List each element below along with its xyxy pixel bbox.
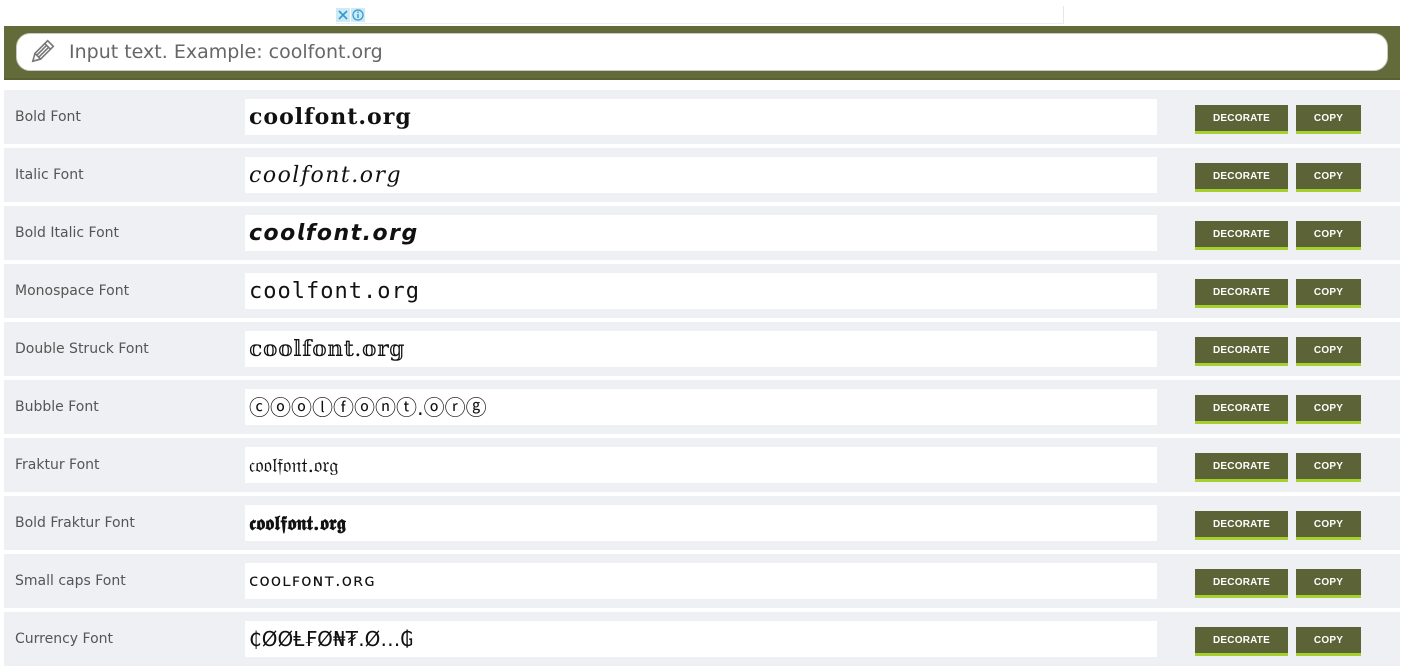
decorate-button[interactable]: DECORATE (1195, 395, 1288, 424)
font-label: Double Struck Font (15, 341, 149, 357)
decorate-button[interactable]: DECORATE (1195, 627, 1288, 656)
font-label: Bubble Font (15, 399, 99, 415)
font-row-bubble: Bubble Font ⓒⓞⓞⓛⓕⓞⓝⓣ.ⓞⓡⓖ DECORATE COPY (4, 380, 1400, 434)
decorate-button[interactable]: DECORATE (1195, 163, 1288, 192)
font-label: Small caps Font (15, 573, 126, 589)
copy-button[interactable]: COPY (1296, 569, 1361, 598)
font-row-italic: Italic Font 𝑐𝑜𝑜𝑙𝑓𝑜𝑛𝑡.𝑜𝑟𝑔 DECORATE COPY (4, 148, 1400, 202)
font-label: Fraktur Font (15, 457, 100, 473)
font-label: Monospace Font (15, 283, 130, 299)
font-label: Currency Font (15, 631, 114, 647)
font-label: Bold Font (15, 109, 81, 125)
font-output[interactable]: 𝚌𝚘𝚘𝚕𝚏𝚘𝚗𝚝.𝚘𝚛𝚐 (245, 273, 1157, 309)
copy-button[interactable]: COPY (1296, 163, 1361, 192)
decorate-button[interactable]: DECORATE (1195, 337, 1288, 366)
info-icon[interactable] (351, 8, 365, 22)
font-output[interactable]: 𝐜𝐨𝐨𝐥𝐟𝐨𝐧𝐭.𝐨𝐫𝐠 (245, 99, 1157, 135)
copy-button[interactable]: COPY (1296, 105, 1361, 134)
decorate-button[interactable]: DECORATE (1195, 453, 1288, 482)
font-output[interactable]: 𝙘𝙤𝙤𝙡𝙛𝙤𝙣𝙩.𝙤𝙧𝙜 (245, 215, 1157, 251)
font-row-bold: Bold Font 𝐜𝐨𝐨𝐥𝐟𝐨𝐧𝐭.𝐨𝐫𝐠 DECORATE COPY (4, 90, 1400, 144)
copy-button[interactable]: COPY (1296, 511, 1361, 540)
font-list: Bold Font 𝐜𝐨𝐨𝐥𝐟𝐨𝐧𝐭.𝐨𝐫𝐠 DECORATE COPY Ita… (4, 90, 1400, 670)
font-output[interactable]: ᴄᴏᴏʟꜰᴏɴᴛ.ᴏʀɢ (245, 563, 1157, 599)
decorate-button[interactable]: DECORATE (1195, 511, 1288, 540)
font-row-small-caps: Small caps Font ᴄᴏᴏʟꜰᴏɴᴛ.ᴏʀɢ DECORATE CO… (4, 554, 1400, 608)
font-label: Italic Font (15, 167, 84, 183)
font-output[interactable]: 𝕔𝕠𝕠𝕝𝕗𝕠𝕟𝕥.𝕠𝕣𝕘 (245, 331, 1157, 367)
copy-button[interactable]: COPY (1296, 221, 1361, 250)
font-output[interactable]: 𝑐𝑜𝑜𝑙𝑓𝑜𝑛𝑡.𝑜𝑟𝑔 (245, 157, 1157, 193)
pencil-icon (27, 37, 57, 67)
font-label: Bold Fraktur Font (15, 515, 135, 531)
font-row-double-struck: Double Struck Font 𝕔𝕠𝕠𝕝𝕗𝕠𝕟𝕥.𝕠𝕣𝕘 DECORATE… (4, 322, 1400, 376)
font-row-monospace: Monospace Font 𝚌𝚘𝚘𝚕𝚏𝚘𝚗𝚝.𝚘𝚛𝚐 DECORATE COP… (4, 264, 1400, 318)
decorate-button[interactable]: DECORATE (1195, 221, 1288, 250)
copy-button[interactable]: COPY (1296, 453, 1361, 482)
decorate-button[interactable]: DECORATE (1195, 279, 1288, 308)
font-row-fraktur: Fraktur Font 𝔠𝔬𝔬𝔩𝔣𝔬𝔫𝔱.𝔬𝔯𝔤 DECORATE COPY (4, 438, 1400, 492)
font-output[interactable]: 𝖈𝖔𝖔𝖑𝖋𝖔𝖓𝖙.𝖔𝖗𝖌 (245, 505, 1157, 541)
font-row-currency: Currency Font ₵ØØⱠ₣Ø₦₮.Ø…₲ DECORATE COPY (4, 612, 1400, 666)
decorate-button[interactable]: DECORATE (1195, 569, 1288, 598)
ad-controls (336, 8, 365, 22)
text-input-container[interactable] (16, 33, 1388, 71)
input-bar (4, 26, 1400, 80)
copy-button[interactable]: COPY (1296, 395, 1361, 424)
font-row-bold-fraktur: Bold Fraktur Font 𝖈𝖔𝖔𝖑𝖋𝖔𝖓𝖙.𝖔𝖗𝖌 DECORATE … (4, 496, 1400, 550)
copy-button[interactable]: COPY (1296, 627, 1361, 656)
font-label: Bold Italic Font (15, 225, 120, 241)
copy-button[interactable]: COPY (1296, 337, 1361, 366)
ad-banner (336, 6, 1064, 24)
font-row-bold-italic: Bold Italic Font 𝙘𝙤𝙤𝙡𝙛𝙤𝙣𝙩.𝙤𝙧𝙜 DECORATE C… (4, 206, 1400, 260)
font-output[interactable]: ₵ØØⱠ₣Ø₦₮.Ø…₲ (245, 621, 1157, 657)
copy-button[interactable]: COPY (1296, 279, 1361, 308)
decorate-button[interactable]: DECORATE (1195, 105, 1288, 134)
font-output[interactable]: 𝔠𝔬𝔬𝔩𝔣𝔬𝔫𝔱.𝔬𝔯𝔤 (245, 447, 1157, 483)
text-input[interactable] (69, 41, 1269, 63)
close-icon[interactable] (336, 8, 350, 22)
font-output[interactable]: ⓒⓞⓞⓛⓕⓞⓝⓣ.ⓞⓡⓖ (245, 389, 1157, 425)
